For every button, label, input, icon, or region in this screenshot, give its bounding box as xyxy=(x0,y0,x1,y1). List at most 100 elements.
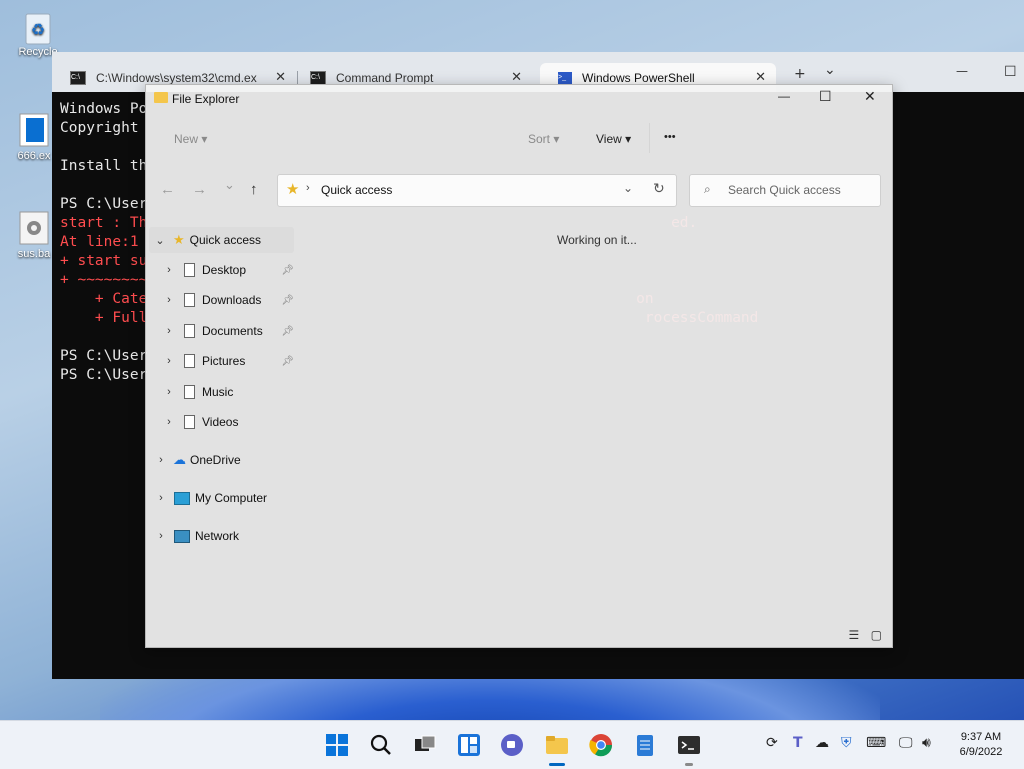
tree-item-documents[interactable]: › Documents 📌︎ xyxy=(162,318,294,344)
new-button[interactable]: New ▾ xyxy=(174,132,207,146)
widgets-icon[interactable] xyxy=(457,733,481,757)
view-button[interactable]: View ▾ xyxy=(596,132,631,146)
tab-close-icon[interactable]: ✕ xyxy=(511,69,522,85)
folder-icon xyxy=(154,92,168,103)
tree-item-label: OneDrive xyxy=(190,453,241,467)
expand-chevron-icon[interactable]: › xyxy=(162,325,176,337)
file-explorer-icon[interactable] xyxy=(545,733,569,766)
tree-item-label: Videos xyxy=(202,415,239,429)
address-text[interactable]: Quick access xyxy=(321,183,392,197)
svg-text:♻: ♻ xyxy=(31,22,45,39)
terminal-icon[interactable] xyxy=(677,733,701,766)
tree-item-label: My Computer xyxy=(195,491,268,505)
collapse-chevron-icon[interactable]: ⌄ xyxy=(153,234,167,247)
star-icon: ★ xyxy=(286,181,300,198)
active-app-indicator xyxy=(685,763,693,766)
more-options-button[interactable]: ••• xyxy=(664,131,676,143)
breadcrumb-separator: › xyxy=(306,182,310,194)
cmd-icon: C:\ xyxy=(310,70,326,85)
tab-label: C:\Windows\system32\cmd.ex xyxy=(96,70,257,85)
onedrive-offline-icon[interactable]: ☁ xyxy=(815,735,829,751)
tab-dropdown-button[interactable]: ⌄ xyxy=(824,62,836,78)
tab-close-icon[interactable]: ✕ xyxy=(755,69,766,85)
tree-item-downloads[interactable]: › Downloads 📌︎ xyxy=(162,287,294,313)
tiles-view-icon[interactable]: ▢ xyxy=(871,628,882,642)
terminal-minimize-button[interactable]: — xyxy=(956,64,968,78)
new-tab-button[interactable]: + xyxy=(794,66,806,82)
date: 6/9/2022 xyxy=(959,746,1003,758)
document-icon xyxy=(184,354,195,368)
tree-item-label: Network xyxy=(195,529,240,543)
refresh-button[interactable]: ↻ xyxy=(653,180,665,197)
volume-icon[interactable]: 🔊︎ xyxy=(922,735,931,751)
network-icon[interactable]: 🖵︎ xyxy=(899,735,913,751)
task-view-icon[interactable] xyxy=(413,733,437,757)
close-button[interactable]: ✕ xyxy=(864,88,876,105)
tree-item-quick-access[interactable]: ⌄ ★ Quick access xyxy=(149,227,294,253)
expand-chevron-icon[interactable]: › xyxy=(162,386,176,398)
details-view-icon[interactable]: ☰ xyxy=(849,628,860,642)
search-box[interactable]: ⌕ Search Quick access xyxy=(689,174,881,207)
tree-item-label: Documents xyxy=(202,324,263,338)
chrome-icon[interactable] xyxy=(589,733,613,757)
expand-chevron-icon[interactable]: › xyxy=(162,416,176,428)
sort-button[interactable]: Sort ▾ xyxy=(528,132,559,146)
forward-button[interactable]: → xyxy=(192,181,207,198)
tab-label: Command Prompt xyxy=(336,70,434,85)
tree-item-onedrive[interactable]: › ☁ OneDrive xyxy=(154,447,294,473)
start-icon[interactable] xyxy=(325,733,349,757)
powershell-icon: >_ xyxy=(558,71,572,84)
tree-item-network[interactable]: › Network xyxy=(154,523,294,549)
active-app-indicator xyxy=(549,763,565,766)
command-bar-divider xyxy=(649,123,650,153)
tree-item-my-computer[interactable]: › My Computer xyxy=(154,485,294,511)
document-icon xyxy=(184,293,195,307)
notepad-icon[interactable] xyxy=(633,733,657,757)
clock[interactable]: 9:37 AM 6/9/2022 xyxy=(948,730,1014,760)
keyboard-icon[interactable]: ⌨ xyxy=(866,735,886,751)
up-button[interactable]: ↑ xyxy=(250,181,258,198)
expand-chevron-icon[interactable]: › xyxy=(154,492,168,504)
pin-icon: 📌︎ xyxy=(281,294,294,306)
security-icon[interactable]: ⛨ xyxy=(841,735,852,751)
document-icon xyxy=(184,385,195,399)
search-placeholder[interactable]: Search Quick access xyxy=(728,183,841,197)
recent-locations-button[interactable]: ⌄ xyxy=(224,177,235,193)
back-button[interactable]: ← xyxy=(160,181,175,198)
batch-file-icon xyxy=(16,210,52,246)
tree-item-music[interactable]: › Music xyxy=(162,379,294,405)
document-icon xyxy=(184,324,195,338)
window-title: File Explorer xyxy=(172,92,240,106)
teams-icon[interactable]: T xyxy=(793,735,803,751)
taskbar: ⟳ T ☁ ⛨ ⌨ 🖵︎ 🔊︎ 9:37 AM 6/9/2022 xyxy=(0,720,1024,769)
address-bar[interactable]: ★ › Quick access ⌄ ↻ xyxy=(277,174,677,207)
expand-chevron-icon[interactable]: › xyxy=(162,355,176,367)
tree-item-label: Downloads xyxy=(202,293,262,307)
expand-chevron-icon[interactable]: › xyxy=(154,530,168,542)
maximize-button[interactable]: ☐ xyxy=(819,88,832,105)
desktop-icon-recycle-bin[interactable]: ♻ Recycle xyxy=(10,8,66,58)
document-icon xyxy=(184,415,195,429)
minimize-button[interactable]: — xyxy=(778,89,790,103)
expand-chevron-icon[interactable]: › xyxy=(162,264,176,276)
expand-chevron-icon[interactable]: › xyxy=(154,454,168,466)
address-dropdown-button[interactable]: ⌄ xyxy=(623,181,633,195)
tree-item-label: Music xyxy=(202,385,234,399)
network-icon xyxy=(174,529,190,543)
search-icon[interactable] xyxy=(369,733,393,757)
tree-item-label: Pictures xyxy=(202,354,246,368)
chat-icon[interactable] xyxy=(500,733,524,757)
terminal-maximize-button[interactable]: ☐ xyxy=(1004,64,1017,80)
tab-close-icon[interactable]: ✕ xyxy=(275,69,286,85)
file-explorer-window[interactable]: File Explorer — ☐ ✕ New ▾ Sort ▾ View ▾ … xyxy=(145,84,893,648)
tab-label: Windows PowerShell xyxy=(582,70,695,85)
tree-item-label: Desktop xyxy=(202,263,247,277)
tree-item-desktop[interactable]: › Desktop 📌︎ xyxy=(162,257,294,283)
search-icon: ⌕ xyxy=(704,182,711,196)
tree-item-pictures[interactable]: › Pictures 📌︎ xyxy=(162,348,294,374)
expand-chevron-icon[interactable]: › xyxy=(162,294,176,306)
document-icon xyxy=(184,263,195,277)
sync-icon[interactable]: ⟳ xyxy=(766,735,778,751)
view-toggle: ☰ ▢ xyxy=(849,628,882,642)
tree-item-videos[interactable]: › Videos xyxy=(162,409,294,435)
